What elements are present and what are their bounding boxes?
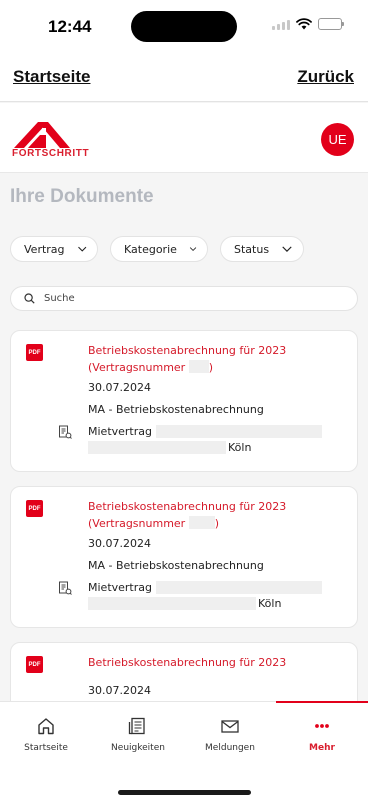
- document-type: MA - Betriebskostenabrechnung: [88, 559, 264, 572]
- envelope-icon: [221, 720, 239, 733]
- bottom-tab-bar: Startseite Neuigkeiten Meldungen Mehr: [0, 701, 368, 800]
- document-date: 30.07.2024: [88, 381, 151, 394]
- filter-bar: Vertrag Kategorie Status: [10, 236, 304, 262]
- contract-address: Köln: [88, 597, 281, 610]
- user-avatar[interactable]: UE: [321, 123, 354, 156]
- redacted-contract-number: [188, 360, 209, 373]
- contract-info: Mietvertrag: [88, 581, 322, 594]
- chevron-down-icon: [189, 247, 197, 252]
- search-input[interactable]: [44, 293, 324, 304]
- chevron-down-icon: [282, 246, 292, 252]
- search-icon: [24, 293, 35, 304]
- pdf-file-icon: PDF: [26, 500, 43, 517]
- status-time: 12:44: [48, 17, 92, 36]
- redacted-address: [88, 597, 256, 610]
- redacted-address: [88, 441, 226, 454]
- filter-kategorie-dropdown[interactable]: Kategorie: [110, 236, 208, 262]
- filter-label: Status: [234, 242, 270, 256]
- redacted-address: [156, 425, 322, 438]
- tab-neuigkeiten[interactable]: Neuigkeiten: [92, 702, 184, 764]
- tab-label: Mehr: [309, 743, 335, 753]
- dynamic-island: [131, 11, 237, 42]
- document-title[interactable]: Betriebskostenabrechnung für 2023: [88, 654, 338, 671]
- pdf-file-icon: PDF: [26, 656, 43, 673]
- home-indicator[interactable]: [118, 790, 251, 795]
- logo-wordmark: FORTSCHRITT: [12, 148, 90, 159]
- document-date: 30.07.2024: [88, 684, 151, 697]
- search-bar[interactable]: [10, 286, 358, 311]
- contract-document-icon: [59, 581, 72, 595]
- document-card[interactable]: PDF Betriebskostenabrechnung für 2023 (V…: [10, 330, 358, 472]
- filter-vertrag-dropdown[interactable]: Vertrag: [10, 236, 98, 262]
- top-nav: Startseite Zurück: [0, 54, 368, 102]
- filter-label: Kategorie: [124, 242, 177, 256]
- tab-startseite[interactable]: Startseite: [0, 702, 92, 764]
- brand-header: FORTSCHRITT UE: [0, 103, 368, 173]
- document-card[interactable]: PDF Betriebskostenabrechnung für 2023 (V…: [10, 486, 358, 628]
- newspaper-icon: [128, 717, 145, 735]
- battery-icon: [318, 18, 344, 30]
- redacted-contract-number: [188, 516, 215, 529]
- pdf-file-icon: PDF: [26, 344, 43, 361]
- document-title[interactable]: Betriebskostenabrechnung für 2023 (Vertr…: [88, 342, 338, 376]
- more-dots-icon: [315, 724, 329, 728]
- contract-document-icon: [59, 425, 72, 439]
- redacted-address: [156, 581, 322, 594]
- tab-meldungen[interactable]: Meldungen: [184, 702, 276, 764]
- filter-status-dropdown[interactable]: Status: [220, 236, 304, 262]
- contract-info: Mietvertrag: [88, 425, 322, 438]
- document-title[interactable]: Betriebskostenabrechnung für 2023 (Vertr…: [88, 498, 338, 532]
- back-link[interactable]: Zurück: [297, 67, 354, 87]
- document-type: MA - Betriebskostenabrechnung: [88, 403, 264, 416]
- contract-address: Köln: [88, 441, 251, 454]
- tab-label: Neuigkeiten: [111, 743, 165, 753]
- home-link[interactable]: Startseite: [13, 67, 90, 87]
- document-date: 30.07.2024: [88, 537, 151, 550]
- house-icon: [38, 718, 54, 735]
- status-bar: 12:44: [0, 0, 368, 54]
- fortschritt-logo-icon: [14, 122, 70, 148]
- page-title: Ihre Dokumente: [10, 186, 154, 207]
- tab-mehr[interactable]: Mehr: [276, 701, 368, 764]
- wifi-icon: [296, 18, 312, 30]
- status-icons: [272, 18, 344, 30]
- tab-label: Startseite: [24, 743, 68, 753]
- filter-label: Vertrag: [24, 242, 65, 256]
- signal-icon: [272, 19, 290, 30]
- tab-label: Meldungen: [205, 743, 255, 753]
- chevron-down-icon: [77, 246, 86, 252]
